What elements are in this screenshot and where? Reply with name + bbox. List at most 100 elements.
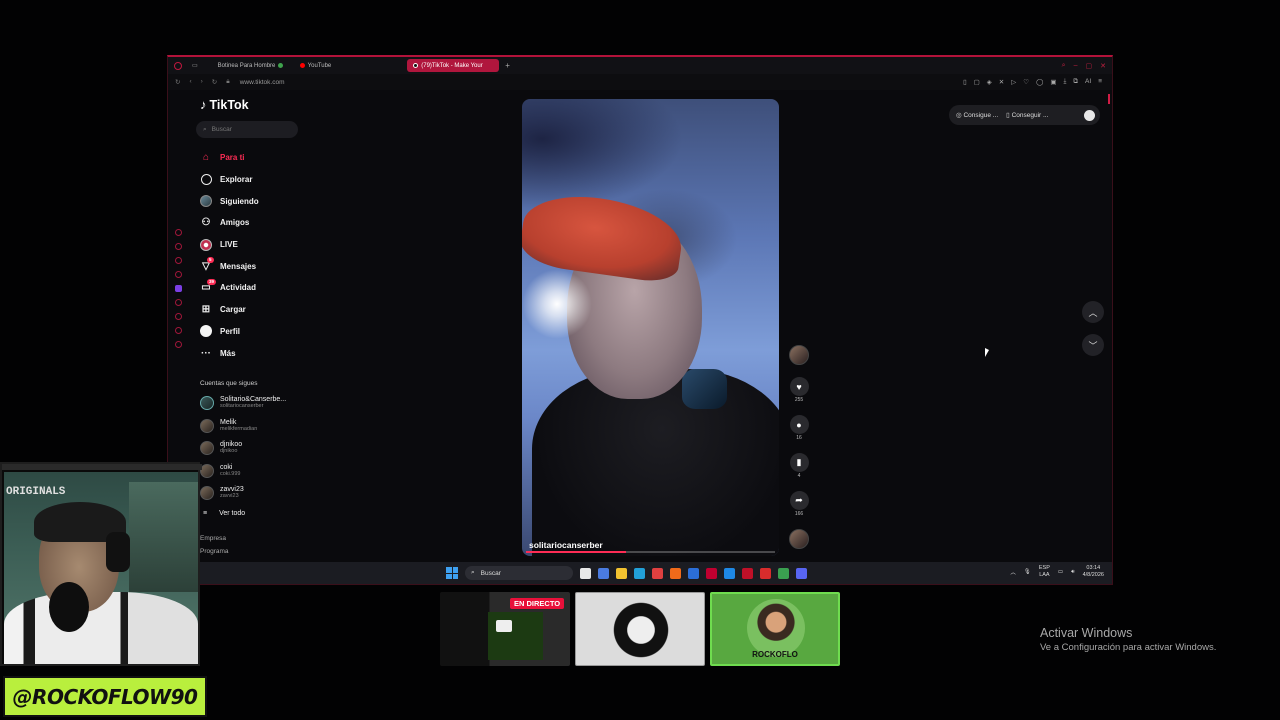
taskbar-app-icon[interactable] [616,567,627,579]
shield-icon[interactable]: ◈ [987,78,992,86]
taskbar-app-icon[interactable] [634,567,645,579]
comment-count: 16 [796,435,802,441]
extensions-icon[interactable]: ⧉ [1073,78,1078,86]
taskbar-app-icon[interactable] [670,567,681,579]
minimize-icon[interactable]: – [1074,62,1078,70]
following-account[interactable]: djnikoo djnikoo [196,437,306,460]
save-button[interactable]: ▮ [789,453,809,472]
back-icon[interactable]: ‹ [189,78,191,86]
video-actions: ♥ 255 ● 16 ▮ 4 ➦ 166 [788,345,810,549]
nav-actividad[interactable]: ▭ 39 Actividad [196,277,306,299]
opera-rail-icon[interactable] [174,327,182,334]
sound-avatar[interactable] [789,529,809,549]
scene-thumbnail-avatar[interactable]: ROCKOFLO [710,592,840,666]
taskbar-app-icon[interactable] [742,567,753,579]
taskbar-app-icon[interactable] [688,567,699,579]
scene-thumbnail-live[interactable]: EN DIRECTO [440,592,570,666]
taskbar-app-icon[interactable] [760,567,771,579]
comment-button[interactable]: ● [789,415,809,434]
opera-rail-icon[interactable] [174,299,182,306]
video-progress-bar[interactable] [526,551,775,553]
taskbar-app-icon[interactable] [598,567,609,579]
opera-rail-icon[interactable] [174,229,182,236]
new-tab-button[interactable]: + [505,61,510,70]
next-video-button[interactable]: ﹀ [1082,334,1104,356]
following-account[interactable]: Solitario&Canserbe... solitariocanserber [196,392,306,415]
browser-window: ▭ Botinea Para Hombre YouTube (79)TikTok… [167,55,1113,585]
search-icon: ⌕ [471,569,475,576]
network-icon[interactable]: ▭ [1058,569,1063,575]
chat-icon[interactable]: ◯ [1036,78,1043,86]
volume-icon[interactable]: 🔊︎ [1071,569,1074,576]
share-button[interactable]: ➦ [789,491,809,510]
promo-item-1[interactable]: ◎ Consigue ... [956,111,998,119]
nav-label: Siguiendo [220,196,259,206]
nav-label: Actividad [220,283,257,293]
creator-avatar[interactable] [789,345,809,365]
nav-cargar[interactable]: ⊞ Cargar [196,299,306,321]
download-icon[interactable]: ⤓ [1064,78,1067,86]
taskbar-app-icon[interactable] [706,567,717,579]
previous-video-button[interactable]: ︿ [1082,301,1104,323]
forward-icon[interactable]: › [201,78,203,86]
following-account[interactable]: zavvi23 zavvi23 [196,482,306,505]
bookmark-icon[interactable]: ▯ [963,78,967,86]
opera-rail-icon[interactable] [174,243,182,250]
maximize-icon[interactable]: ▢ [1086,62,1093,70]
see-all-link[interactable]: ≡ Ver todo [196,504,306,522]
promo-toggle[interactable] [1084,109,1095,121]
nav-para-ti[interactable]: ⌂ Para ti [196,147,306,169]
search-tabs-icon[interactable]: ⌕ [1062,62,1066,70]
scene-thumbnail-logo[interactable] [575,592,705,666]
heart-icon[interactable]: ♡ [1023,78,1029,86]
start-button[interactable] [446,567,458,579]
wallet-icon[interactable]: ▣ [1050,78,1056,86]
tab-botinea[interactable]: Botinea Para Hombre [212,59,292,72]
mic-icon[interactable]: 🎙︎ [1024,569,1031,575]
taskbar-app-icon[interactable] [796,567,807,579]
like-button[interactable]: ♥ [789,377,809,396]
following-account[interactable]: Melik melikfermadian [196,414,306,437]
taskbar-app-icon[interactable] [580,567,591,579]
tiktok-logo[interactable]: ♪ TikTok [200,97,306,112]
workspaces-icon[interactable]: ▭ [192,62,198,69]
taskbar-app-icon[interactable] [724,567,735,579]
url-field[interactable]: www.tiktok.com [240,79,285,86]
twitch-icon[interactable] [174,285,182,292]
opera-rail-icon[interactable] [174,313,182,320]
nav-live[interactable]: LIVE [196,234,306,256]
play-icon[interactable]: ▷ [1011,78,1016,86]
nav-mensajes[interactable]: ▽ 5 Mensajes [196,255,306,277]
snapshot-icon[interactable]: ▢ [974,78,980,86]
following-account[interactable]: coki coki.999 [196,459,306,482]
translate-icon[interactable]: ✕ [999,78,1004,86]
tab-youtube[interactable]: YouTube [294,59,338,72]
opera-rail-icon[interactable] [174,257,182,264]
taskbar-app-icon[interactable] [652,567,663,579]
tray-chevron-icon[interactable]: ︿ [1010,568,1016,576]
nav-siguiendo[interactable]: Siguiendo [196,190,306,212]
menu-icon[interactable]: ≡ [1098,78,1102,86]
nav-explorar[interactable]: Explorar [196,169,306,191]
taskbar-app-icon[interactable] [778,567,789,579]
reload-left-icon[interactable]: ↻ [175,78,180,86]
nav-perfil[interactable]: Perfil [196,321,306,343]
reload-icon[interactable]: ↻ [212,78,217,86]
footer-link-empresa[interactable]: Empresa [200,532,306,545]
language-indicator[interactable]: ESP LAA [1039,565,1050,579]
nav-mas[interactable]: ··· Más [196,342,306,364]
ai-button[interactable]: AI [1085,78,1091,86]
close-icon[interactable]: ✕ [1100,62,1106,70]
footer-link-programa[interactable]: Programa [200,545,306,558]
opera-logo-icon[interactable] [174,61,182,70]
clock[interactable]: 03:14 4/8/2026 [1083,565,1104,579]
tab-tiktok[interactable]: (79)TikTok - Make Your [407,59,500,72]
promo-item-2[interactable]: ▯ Conseguir ... [1006,111,1048,119]
video-player[interactable]: solitariocanserber [522,99,779,556]
nav-amigos[interactable]: ⚇ Amigos [196,212,306,234]
opera-rail-icon[interactable] [174,341,182,348]
video-username[interactable]: solitariocanserber [529,540,603,550]
taskbar-search[interactable]: ⌕ Buscar [465,566,573,580]
opera-rail-icon[interactable] [174,271,182,278]
search-input[interactable]: ⌕ Buscar [196,121,298,138]
